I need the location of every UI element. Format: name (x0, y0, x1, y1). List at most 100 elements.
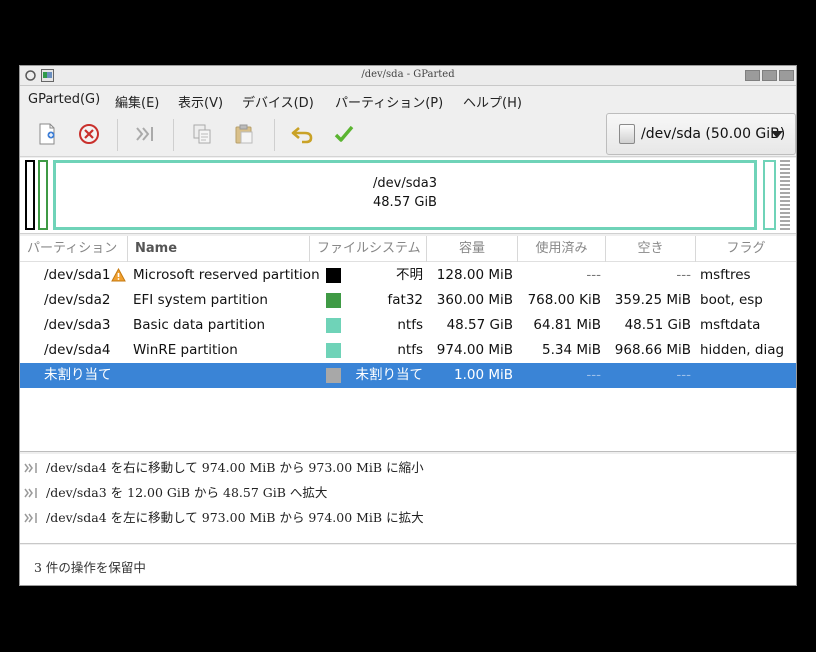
column-free[interactable]: 空き (606, 236, 696, 262)
dropdown-arrow-icon (771, 131, 783, 138)
new-partition-icon (39, 123, 55, 145)
hard-disk-icon (619, 124, 635, 144)
column-size[interactable]: 容量 (427, 236, 518, 262)
cell-used: 5.34 MiB (541, 342, 601, 358)
cell-size: 128.00 MiB (436, 267, 513, 283)
undo-button[interactable] (290, 122, 314, 146)
menu-partition[interactable]: パーティション(P) (335, 92, 443, 111)
cell-free: 48.51 GiB (624, 317, 691, 333)
menu-bar: GParted(G) 編集(E) 表示(V) デバイス(D) パーティション(P… (20, 87, 796, 112)
cell-free: 359.25 MiB (614, 292, 691, 308)
filesystem-color-swatch (326, 368, 341, 383)
cell-name: WinRE partition (133, 342, 238, 358)
table-row[interactable]: 未割り当て 未割り当て 1.00 MiB --- --- (20, 363, 796, 388)
toolbar-separator (274, 119, 275, 151)
resize-move-icon (24, 463, 37, 473)
column-partition[interactable]: パーティション (20, 236, 128, 262)
menu-gparted[interactable]: GParted(G) (28, 92, 100, 107)
status-bar: 3 件の操作を保留中 (20, 545, 796, 585)
title-bar[interactable]: /dev/sda - GParted (20, 66, 796, 86)
cell-partition: /dev/sda1 (44, 267, 111, 283)
window-title: /dev/sda - GParted (361, 69, 455, 80)
apply-icon (334, 125, 354, 142)
toolbar-separator (173, 119, 174, 151)
operation-text: /dev/sda3 を 12.00 GiB から 48.57 GiB へ拡大 (46, 485, 328, 500)
menu-edit[interactable]: 編集(E) (115, 92, 159, 111)
delete-partition-button[interactable] (77, 122, 101, 146)
resize-move-button[interactable] (133, 122, 157, 146)
copy-button[interactable] (190, 122, 214, 146)
device-selector[interactable]: /dev/sda (50.00 GiB) (606, 113, 796, 155)
apply-button[interactable] (332, 122, 356, 146)
toolbar: /dev/sda (50.00 GiB) (20, 113, 796, 157)
partition-block-sda2[interactable] (38, 160, 48, 230)
partition-block-unallocated[interactable] (780, 160, 790, 230)
cell-size: 1.00 MiB (453, 367, 513, 383)
table-row[interactable]: /dev/sda2 EFI system partition fat32 360.00… (20, 288, 796, 313)
paste-button[interactable] (232, 122, 256, 146)
cell-size: 48.57 GiB (446, 317, 513, 333)
delete-icon (79, 124, 99, 144)
partition-block-sda4[interactable] (763, 160, 776, 230)
operation-text: /dev/sda4 を右に移動して 974.00 MiB から 973.00 M… (46, 460, 424, 475)
cell-used: --- (586, 367, 601, 383)
resize-move-icon (136, 127, 153, 141)
table-row[interactable]: /dev/sda1 Microsoft reserved partition 不明 1… (20, 263, 796, 288)
cell-free: --- (676, 367, 691, 383)
cell-name: Microsoft reserved partition (133, 267, 320, 283)
cell-filesystem: fat32 (387, 292, 424, 308)
menu-help[interactable]: ヘルプ(H) (463, 92, 522, 111)
cell-filesystem: ntfs (397, 342, 423, 358)
menu-device[interactable]: デバイス(D) (242, 92, 314, 111)
maximize-button[interactable] (762, 70, 777, 81)
filesystem-color-swatch (326, 268, 341, 283)
pending-operations-list: /dev/sda4 を右に移動して 974.00 MiB から 973.00 M… (20, 454, 796, 544)
cell-filesystem: 不明 (396, 267, 423, 283)
cell-free: --- (676, 267, 691, 283)
cell-partition: /dev/sda4 (44, 342, 111, 358)
undo-icon (291, 127, 313, 144)
copy-icon (193, 124, 211, 144)
cell-filesystem: ntfs (397, 317, 423, 333)
cell-used: --- (586, 267, 601, 283)
cell-partition: 未割り当て (44, 367, 112, 383)
device-label: /dev/sda (50.00 GiB) (641, 126, 786, 142)
column-filesystem[interactable]: ファイルシステム (310, 236, 427, 262)
cell-partition: /dev/sda3 (44, 317, 111, 333)
gparted-window: /dev/sda - GParted GParted(G) 編集(E) 表示(V… (19, 65, 797, 586)
column-used[interactable]: 使用済み (518, 236, 606, 262)
cell-flags: msftdata (700, 317, 761, 333)
cell-name: EFI system partition (133, 292, 268, 308)
cell-name: Basic data partition (133, 317, 266, 333)
resize-move-icon (24, 488, 37, 498)
cell-flags: msftres (700, 267, 751, 283)
partition-table: パーティション Name ファイルシステム 容量 使用済み 空き フラグ /de… (20, 236, 796, 452)
cell-used: 768.00 KiB (527, 292, 601, 308)
partition-block-sda1[interactable] (25, 160, 35, 230)
cell-flags: hidden, diag (700, 342, 785, 358)
column-name[interactable]: Name (128, 236, 310, 262)
cell-size: 974.00 MiB (436, 342, 513, 358)
cell-partition: /dev/sda2 (44, 292, 111, 308)
resize-move-icon (24, 513, 37, 523)
operation-text: /dev/sda4 を左に移動して 973.00 MiB から 974.00 M… (46, 510, 424, 525)
cell-flags: boot, esp (700, 292, 763, 308)
filesystem-color-swatch (326, 293, 341, 308)
toolbar-separator (117, 119, 118, 151)
table-row[interactable]: /dev/sda3 Basic data partition ntfs 48.57 G… (20, 313, 796, 338)
column-flags[interactable]: フラグ (696, 236, 796, 262)
cell-free: 968.66 MiB (614, 342, 691, 358)
paste-icon (235, 124, 253, 144)
filesystem-color-swatch (326, 318, 341, 333)
minimize-button[interactable] (745, 70, 760, 81)
disk-partition-map: /dev/sda3 48.57 GiB (20, 158, 796, 234)
menu-view[interactable]: 表示(V) (178, 92, 223, 111)
map-partition-size: 48.57 GiB (373, 195, 437, 210)
close-button[interactable] (779, 70, 794, 81)
cell-filesystem: 未割り当て (355, 367, 424, 383)
filesystem-color-swatch (326, 343, 341, 358)
new-partition-button[interactable] (35, 122, 59, 146)
table-row[interactable]: /dev/sda4 WinRE partition ntfs 974.00 MiB 5.… (20, 338, 796, 363)
cell-used: 64.81 MiB (533, 317, 601, 333)
table-header: パーティション Name ファイルシステム 容量 使用済み 空き フラグ (20, 236, 796, 262)
